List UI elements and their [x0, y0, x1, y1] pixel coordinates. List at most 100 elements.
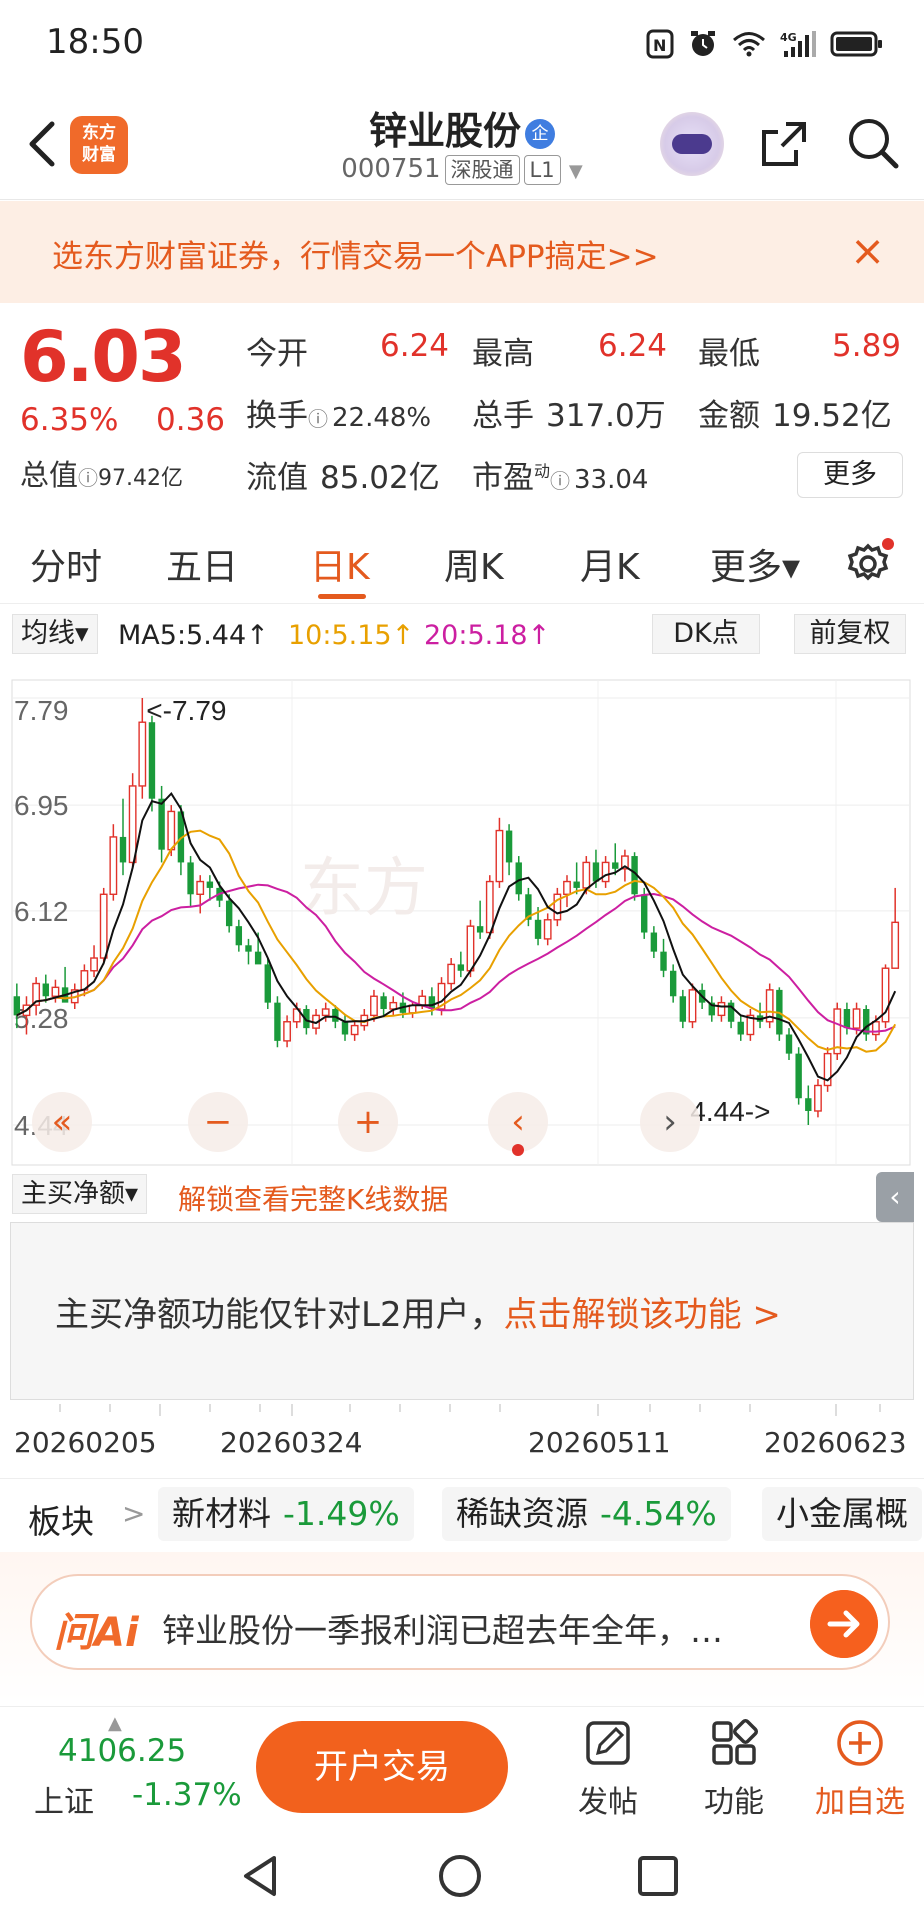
sector-strip: 板块 > 新材料 -1.49% 稀缺资源 -4.54% 小金属概 [0, 1478, 924, 1548]
tab-intraday[interactable]: 分时 [30, 538, 102, 590]
sector-chip[interactable]: 新材料 -1.49% [158, 1487, 414, 1541]
pe-value: 33.04 [574, 465, 649, 495]
info-icon[interactable]: ⓘ [78, 466, 98, 490]
candle-body [370, 995, 378, 1017]
candle-body [187, 862, 194, 895]
arrow-right-icon[interactable] [810, 1590, 878, 1658]
candle-body [245, 945, 252, 952]
promo-text[interactable]: 选东方财富证券，行情交易一个APP搞定>> [52, 231, 659, 276]
function-button[interactable]: 功能 [684, 1717, 784, 1821]
gear-icon[interactable] [846, 538, 894, 586]
candle-body [650, 932, 658, 952]
grid-icon [712, 1718, 759, 1765]
tab-more[interactable]: 更多▾ [710, 538, 800, 590]
promo-banner[interactable]: 选东方财富证券，行情交易一个APP搞定>> × [0, 201, 924, 303]
edit-icon [586, 1721, 630, 1765]
sector-chip[interactable]: 稀缺资源 -4.54% [442, 1487, 731, 1541]
nav-home-icon[interactable] [436, 1852, 484, 1900]
candle-body [582, 861, 591, 889]
candle-body [466, 925, 475, 972]
nav-back-icon[interactable] [238, 1852, 286, 1900]
candle-body [225, 900, 233, 927]
tab-five-day[interactable]: 五日 [166, 538, 238, 590]
ma-selector[interactable]: 均线▾ [12, 614, 98, 654]
tab-daily-k[interactable]: 日K [310, 538, 370, 590]
date-label: 20260511 [528, 1426, 671, 1459]
candle-body [852, 1008, 861, 1029]
info-icon[interactable]: ⓘ [550, 469, 570, 493]
date-label: 20260324 [220, 1426, 363, 1459]
netbuy-message: 主买净额功能仅针对L2用户，点击解锁该功能 > [55, 1295, 781, 1335]
assistant-avatar[interactable] [660, 112, 724, 176]
ma20-readout: 20:5.18↑ [424, 620, 551, 651]
ai-area: 问Ai 锌业股份一季报利润已超去年全年，… [0, 1552, 924, 1702]
system-nav-bar [0, 1830, 924, 1920]
tab-weekly-k[interactable]: 周K [444, 538, 504, 590]
status-icons: N 4G [646, 26, 884, 62]
candle-body [51, 986, 60, 997]
bottom-toolbar: ▲ 4106.25 上证 -1.37% 开户交易 发帖 功能 加自选 [0, 1706, 924, 1830]
unlock-feature-link[interactable]: 点击解锁该功能 > [504, 1295, 781, 1335]
alarm-icon [691, 31, 715, 56]
low-stat: 最低 [698, 336, 760, 372]
ai-ask-bar[interactable]: 问Ai 锌业股份一季报利润已超去年全年，… [30, 1574, 890, 1670]
connect-tag: 深股通 [444, 155, 520, 185]
index-value[interactable]: 4106.25 [58, 1733, 186, 1769]
collapse-button[interactable]: ‹ [876, 1172, 914, 1222]
close-icon[interactable]: × [850, 229, 885, 273]
sector-label[interactable]: 板块 [28, 1495, 94, 1543]
add-watchlist-button[interactable]: 加自选 [810, 1717, 910, 1821]
netbuy-selector[interactable]: 主买净额▾ [12, 1174, 148, 1214]
share-icon[interactable] [756, 116, 812, 172]
candle-body [457, 964, 465, 971]
candle-body [13, 996, 21, 1016]
tab-monthly-k[interactable]: 月K [580, 538, 640, 590]
candle-body [380, 996, 387, 1010]
index-name[interactable]: 上证 [34, 1777, 94, 1821]
kline-chart[interactable]: 东方7.796.956.125.284.44<-7.794.44->«−+‹› [0, 660, 924, 1170]
candle-body [332, 1009, 339, 1022]
date-axis-ticks [59, 1404, 881, 1416]
search-icon[interactable] [844, 114, 902, 172]
more-quote-button[interactable]: 更多 [797, 452, 903, 498]
candle-body [254, 951, 262, 965]
dk-point-button[interactable]: DK点 [652, 614, 760, 654]
chevron-right-icon[interactable]: > [122, 1497, 145, 1530]
candle-body [495, 829, 504, 883]
candle-body [321, 1008, 330, 1017]
caret-up-icon[interactable]: ▲ [108, 1713, 122, 1734]
index-change[interactable]: -1.37% [132, 1777, 242, 1813]
adjust-button[interactable]: 前复权 [794, 614, 906, 654]
candle-body [283, 1021, 291, 1042]
y-tick-label: 7.79 [14, 695, 69, 726]
kline-svg[interactable]: 东方7.796.956.125.284.44<-7.794.44->«−+‹› [0, 660, 924, 1170]
tab-active-indicator [318, 594, 366, 599]
netbuy-bar: 主买净额▾ 解锁查看完整K线数据 ‹ [0, 1172, 924, 1222]
candle-body [447, 963, 456, 985]
post-label: 发帖 [578, 1785, 638, 1820]
float-cap-stat: 流值 85.02亿 [246, 460, 440, 496]
zoom-out-icon: − [204, 1102, 233, 1142]
ai-prompt[interactable]: 锌业股份一季报利润已超去年全年，… [162, 1604, 723, 1652]
candle-body [785, 1034, 793, 1054]
battery-icon [830, 31, 882, 57]
nav-recents-icon[interactable] [634, 1852, 682, 1900]
market-cap-value: 97.42亿 [98, 466, 183, 491]
function-label: 功能 [704, 1785, 764, 1820]
market-cap-label: 总值 [20, 458, 79, 492]
unlock-kline-link[interactable]: 解锁查看完整K线数据 [178, 1178, 448, 1218]
pe-sup: 动 [534, 461, 551, 481]
high-value: 6.24 [598, 328, 668, 364]
change-percent: 6.35% [20, 402, 119, 438]
post-button[interactable]: 发帖 [558, 1717, 658, 1821]
market-cap: 总值ⓘ97.42亿 [20, 452, 183, 494]
amount-value: 19.52亿 [772, 398, 892, 434]
open-account-trade-button[interactable]: 开户交易 [256, 1721, 508, 1813]
info-icon[interactable]: ⓘ [308, 407, 328, 431]
candle-body [341, 1021, 349, 1035]
candle-body [167, 810, 176, 851]
candle-body [737, 1021, 744, 1035]
signal-icon: 4G [780, 31, 816, 57]
candle-body [843, 1009, 851, 1029]
sector-chip[interactable]: 小金属概 [762, 1487, 922, 1541]
